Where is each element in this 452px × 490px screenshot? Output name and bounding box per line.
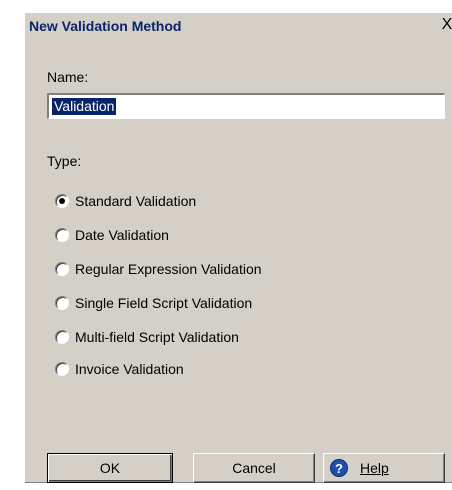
ok-button[interactable]: OK	[47, 453, 173, 483]
close-icon[interactable]: X	[438, 16, 452, 34]
help-button[interactable]: ? Help	[323, 453, 445, 483]
radio-label: Multi-field Script Validation	[75, 329, 239, 345]
radio-button[interactable]	[55, 262, 69, 276]
cancel-button-label: Cancel	[232, 460, 276, 476]
radio-option[interactable]: Multi-field Script Validation	[55, 327, 239, 347]
radio-label: Regular Expression Validation	[75, 261, 262, 277]
name-label: Name:	[47, 69, 89, 85]
name-input[interactable]: Validation	[47, 93, 445, 119]
radio-button[interactable]	[55, 296, 69, 310]
type-label: Type:	[47, 153, 82, 169]
radio-button[interactable]	[55, 362, 69, 376]
help-button-label: Help	[360, 460, 389, 476]
radio-option[interactable]: Regular Expression Validation	[55, 259, 262, 279]
ok-button-label: OK	[99, 460, 121, 476]
help-icon: ?	[330, 459, 348, 477]
radio-label: Date Validation	[75, 227, 169, 243]
radio-button-selected[interactable]	[55, 194, 69, 208]
radio-button[interactable]	[55, 330, 69, 344]
radio-label: Standard Validation	[75, 193, 197, 209]
name-input-value: Validation	[52, 98, 117, 115]
radio-option[interactable]: Date Validation	[55, 225, 169, 245]
radio-label: Single Field Script Validation	[75, 295, 253, 311]
dialog-title: New Validation Method	[29, 18, 182, 34]
radio-option[interactable]: Invoice Validation	[55, 359, 184, 379]
cancel-button[interactable]: Cancel	[193, 453, 315, 483]
radio-label: Invoice Validation	[75, 361, 184, 377]
dialog-titlebar[interactable]: New Validation Method X	[25, 13, 452, 39]
radio-option[interactable]: Standard Validation	[55, 191, 196, 211]
radio-option[interactable]: Single Field Script Validation	[55, 293, 252, 313]
new-validation-method-dialog: New Validation Method X Name: Validation…	[24, 12, 452, 483]
radio-button[interactable]	[55, 228, 69, 242]
